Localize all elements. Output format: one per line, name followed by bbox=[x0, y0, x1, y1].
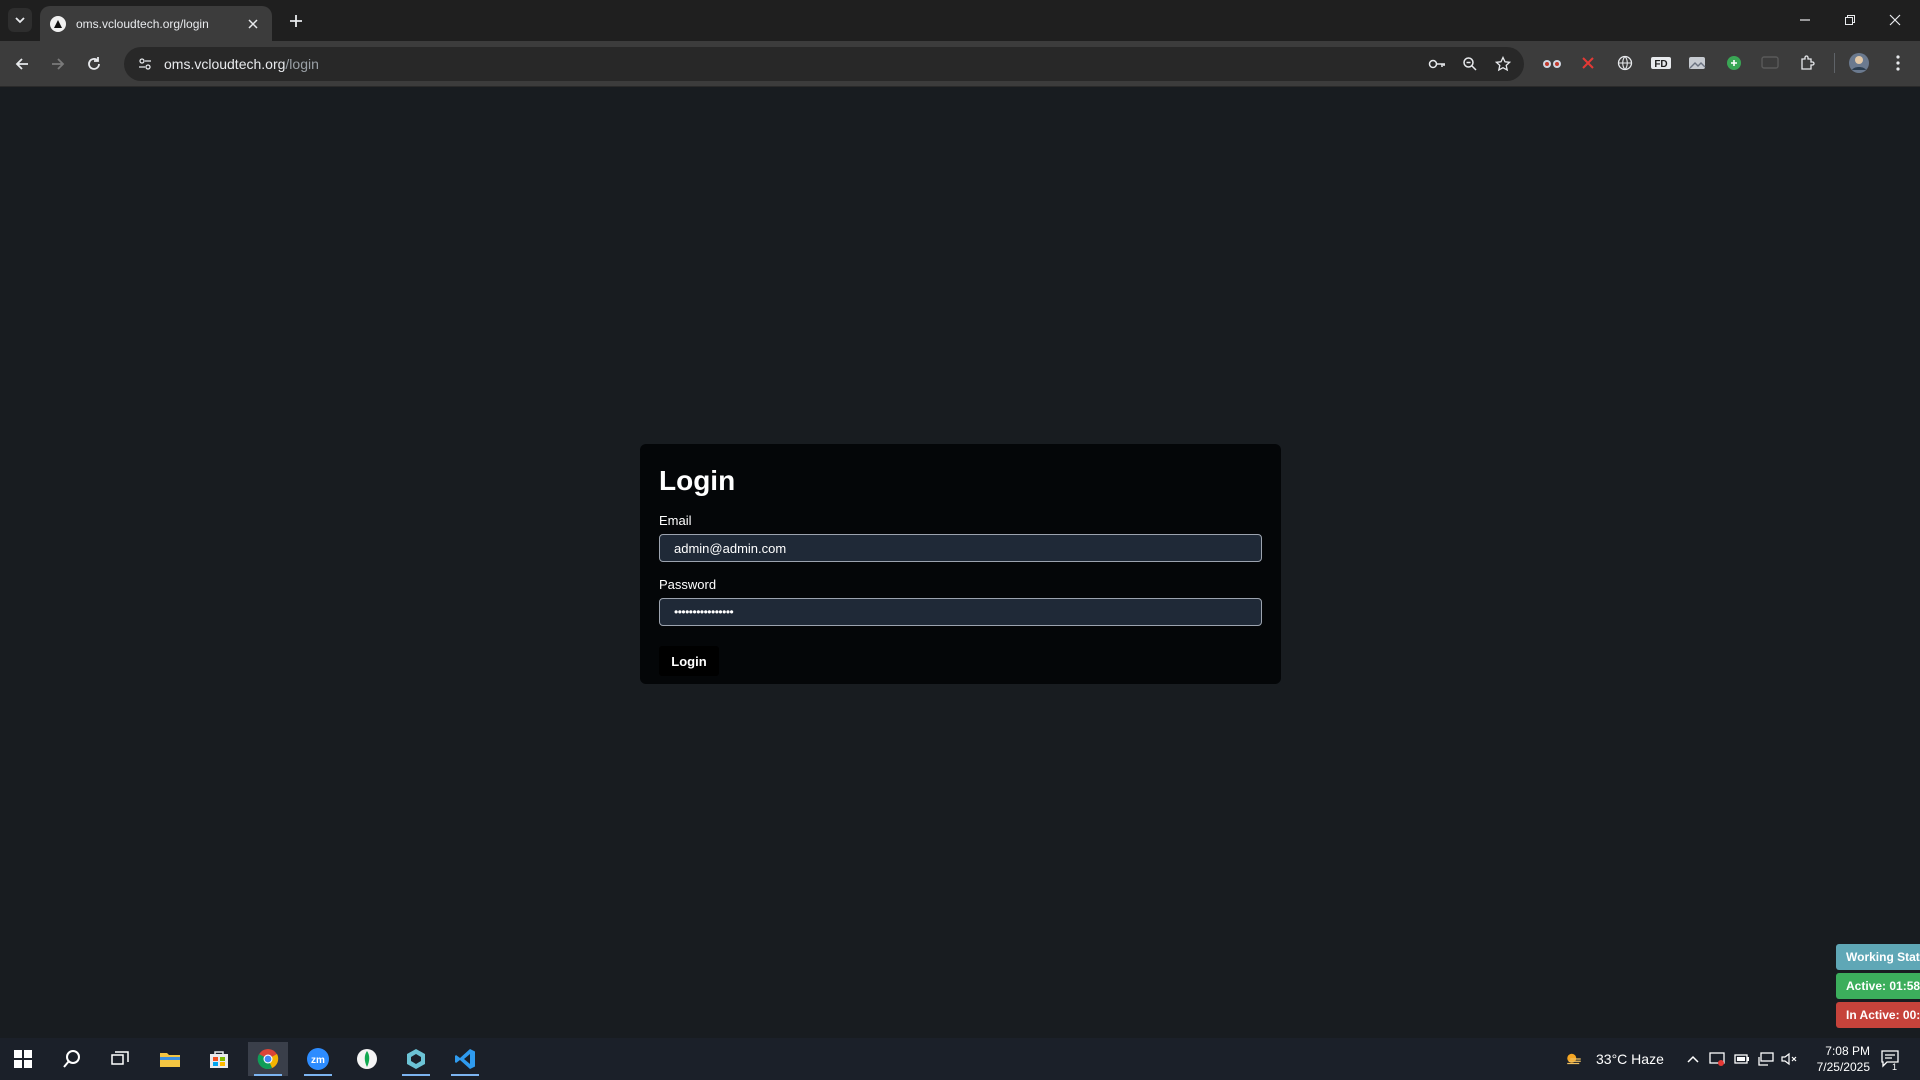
back-button[interactable] bbox=[9, 51, 35, 77]
search-icon bbox=[63, 1050, 80, 1068]
fd-extension-icon[interactable]: FD bbox=[1649, 51, 1673, 75]
notifications-icon[interactable] bbox=[1880, 1048, 1902, 1070]
address-bar[interactable]: oms.vcloudtech.org/login bbox=[124, 47, 1524, 81]
glasses-extension-icon[interactable] bbox=[1540, 51, 1564, 75]
restore-button[interactable] bbox=[1837, 8, 1863, 32]
password-value: •••••••••••••••• bbox=[674, 605, 734, 619]
inactive-time-badge: In Active: 00: bbox=[1836, 1002, 1920, 1028]
running-app-indicator bbox=[304, 1074, 332, 1076]
windows-taskbar: zm 33°C Haze 7:08 PM 7/25/2025 1 bbox=[0, 1038, 1920, 1080]
bookmark-star-icon[interactable] bbox=[1492, 53, 1514, 75]
notifications-count: 1 bbox=[1892, 1062, 1898, 1072]
puzzle-extensions-icon[interactable] bbox=[1795, 51, 1819, 75]
clock-date: 7/25/2025 bbox=[1816, 1060, 1870, 1074]
plus-icon bbox=[290, 15, 302, 27]
mongodb-taskbar-button[interactable] bbox=[347, 1042, 387, 1076]
zoom-app-icon: zm bbox=[307, 1048, 329, 1070]
login-title: Login bbox=[659, 465, 736, 496]
close-tab-icon[interactable] bbox=[244, 15, 262, 33]
new-tab-button[interactable] bbox=[285, 10, 307, 32]
tab-search-button[interactable] bbox=[8, 8, 32, 32]
system-clock[interactable]: 7:08 PM 7/25/2025 bbox=[1800, 1043, 1870, 1075]
working-status-header-text: Working Stat bbox=[1846, 950, 1920, 964]
task-view-icon bbox=[111, 1051, 129, 1065]
windows-logo-icon bbox=[14, 1050, 32, 1068]
file-explorer-button[interactable] bbox=[150, 1042, 190, 1076]
app-taskbar-button[interactable] bbox=[396, 1042, 436, 1076]
store-button[interactable] bbox=[199, 1042, 239, 1076]
weather-icon[interactable] bbox=[1565, 1050, 1583, 1068]
minimize-icon bbox=[1800, 19, 1810, 21]
green-extension-icon[interactable] bbox=[1722, 51, 1746, 75]
more-menu-icon[interactable] bbox=[1886, 51, 1910, 75]
reload-icon bbox=[88, 57, 100, 70]
password-label: Password bbox=[659, 577, 717, 592]
active-time-text: Active: 01:58 bbox=[1846, 979, 1920, 993]
page-viewport: Login Email admin@admin.com Password •••… bbox=[0, 88, 1920, 1038]
password-key-icon[interactable] bbox=[1426, 53, 1448, 75]
store-bag-icon bbox=[210, 1051, 228, 1068]
search-button[interactable] bbox=[52, 1042, 92, 1076]
profile-avatar-icon[interactable] bbox=[1847, 51, 1871, 75]
security-tray-icon[interactable] bbox=[1708, 1050, 1726, 1068]
weather-text[interactable]: 33°C Haze bbox=[1596, 1051, 1664, 1067]
globe-extension-icon[interactable] bbox=[1613, 51, 1637, 75]
reload-button[interactable] bbox=[81, 51, 107, 77]
url-path: /login bbox=[285, 56, 319, 72]
svg-text:FD: FD bbox=[1654, 59, 1667, 70]
zoom-icon[interactable] bbox=[1459, 53, 1481, 75]
chrome-icon bbox=[257, 1049, 279, 1069]
task-view-button[interactable] bbox=[100, 1042, 140, 1076]
login-button[interactable]: Login bbox=[659, 646, 719, 676]
tab-strip: oms.vcloudtech.org/login bbox=[0, 0, 1920, 41]
volume-muted-icon[interactable] bbox=[1780, 1050, 1798, 1068]
toolbar-divider bbox=[1834, 53, 1835, 73]
clock-time: 7:08 PM bbox=[1825, 1044, 1870, 1058]
restore-icon bbox=[1845, 15, 1855, 25]
vscode-icon bbox=[455, 1049, 475, 1069]
password-field[interactable]: •••••••••••••••• bbox=[659, 598, 1262, 626]
chevron-down-icon bbox=[15, 17, 25, 24]
red-x-extension-icon[interactable] bbox=[1576, 51, 1600, 75]
svg-text:zm: zm bbox=[311, 1055, 325, 1066]
forward-button[interactable] bbox=[45, 51, 71, 77]
browser-toolbar: oms.vcloudtech.org/login FD bbox=[0, 41, 1920, 87]
leaf-app-icon bbox=[357, 1049, 377, 1069]
email-label: Email bbox=[659, 513, 692, 528]
arrow-left-icon bbox=[15, 58, 28, 70]
active-app-indicator bbox=[254, 1074, 282, 1076]
vscode-taskbar-button[interactable] bbox=[445, 1042, 485, 1076]
folder-icon bbox=[160, 1053, 180, 1067]
close-window-button[interactable] bbox=[1882, 8, 1908, 32]
close-icon bbox=[1889, 14, 1901, 26]
cast-extension-icon[interactable] bbox=[1758, 51, 1782, 75]
tab-title: oms.vcloudtech.org/login bbox=[76, 16, 209, 31]
site-info-icon[interactable] bbox=[134, 53, 156, 75]
running-app-indicator bbox=[402, 1074, 430, 1076]
site-favicon-icon bbox=[50, 15, 66, 32]
email-field[interactable]: admin@admin.com bbox=[659, 534, 1262, 562]
url-host: oms.vcloudtech.org bbox=[164, 56, 286, 72]
active-time-badge: Active: 01:58 bbox=[1836, 973, 1920, 999]
arrow-right-icon bbox=[52, 58, 65, 70]
inactive-time-text: In Active: 00: bbox=[1846, 1008, 1920, 1022]
active-tab[interactable]: oms.vcloudtech.org/login bbox=[40, 6, 272, 41]
hexagon-app-icon bbox=[407, 1049, 425, 1069]
chevron-up-icon[interactable] bbox=[1684, 1050, 1702, 1068]
email-value: admin@admin.com bbox=[674, 540, 787, 556]
running-app-indicator bbox=[451, 1074, 479, 1076]
login-card: Login Email admin@admin.com Password •••… bbox=[640, 444, 1281, 684]
network-icon[interactable] bbox=[1757, 1050, 1775, 1068]
working-status-header[interactable]: Working Stat bbox=[1836, 944, 1920, 970]
minimize-button[interactable] bbox=[1792, 8, 1818, 32]
battery-icon[interactable] bbox=[1733, 1050, 1751, 1068]
zoom-taskbar-button[interactable]: zm bbox=[298, 1042, 338, 1076]
start-button[interactable] bbox=[3, 1042, 43, 1076]
image-extension-icon[interactable] bbox=[1685, 51, 1709, 75]
chrome-taskbar-button[interactable] bbox=[248, 1042, 288, 1076]
